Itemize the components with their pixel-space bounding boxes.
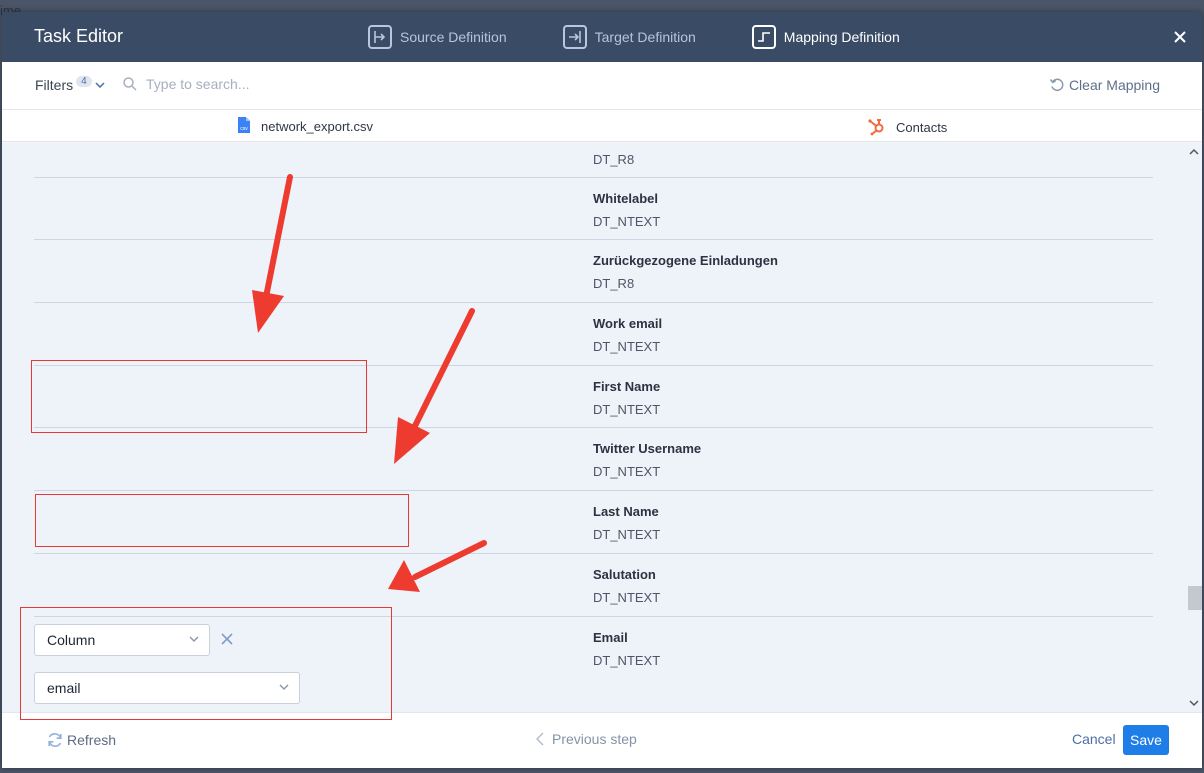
refresh-button[interactable]: Refresh bbox=[46, 731, 116, 749]
target-field-name: Twitter Username bbox=[593, 441, 702, 456]
target-field-name: First Name bbox=[593, 379, 661, 394]
chevron-left-icon bbox=[536, 732, 544, 746]
target-field-type: DT_R8 bbox=[593, 276, 635, 291]
step-source-definition[interactable]: Source Definition bbox=[368, 24, 507, 50]
hubspot-icon bbox=[866, 116, 886, 139]
previous-step-button[interactable]: Previous step bbox=[536, 731, 637, 747]
filters-dropdown[interactable]: Filters 4 bbox=[35, 75, 105, 93]
source-definition-icon bbox=[368, 25, 392, 49]
vertical-scrollbar[interactable] bbox=[1186, 143, 1202, 712]
step-label: Target Definition bbox=[594, 29, 696, 45]
annotation-rectangle bbox=[35, 494, 409, 547]
undo-icon bbox=[1049, 78, 1064, 92]
clear-mapping-button[interactable]: Clear Mapping bbox=[1049, 77, 1160, 93]
annotation-rectangle bbox=[31, 360, 367, 433]
previous-step-label: Previous step bbox=[552, 731, 637, 747]
refresh-label: Refresh bbox=[67, 732, 117, 748]
scrollbar-thumb[interactable] bbox=[1188, 586, 1202, 610]
scroll-down-icon[interactable] bbox=[1189, 698, 1199, 708]
dialog-header: Task Editor Source Definition Target Def… bbox=[2, 12, 1202, 62]
mapping-row[interactable]: Work email DT_NTEXT bbox=[34, 302, 1153, 364]
clear-mapping-label: Clear Mapping bbox=[1068, 77, 1160, 93]
target-field-type: DT_NTEXT bbox=[593, 653, 661, 668]
row-type: DT_R8 bbox=[593, 152, 635, 167]
mapping-row[interactable]: Salutation DT_NTEXT bbox=[34, 553, 1153, 615]
mapping-row[interactable]: Whitelabel DT_NTEXT bbox=[34, 177, 1153, 239]
dialog-footer: Refresh Previous step Cancel Save bbox=[2, 712, 1202, 768]
column-headers: csv network_export.csv Contacts bbox=[2, 110, 1202, 142]
target-object-name: Contacts bbox=[896, 120, 948, 135]
target-column-header: Contacts bbox=[866, 116, 947, 139]
filters-label: Filters bbox=[35, 77, 74, 93]
save-button[interactable]: Save bbox=[1123, 725, 1169, 755]
search-input[interactable] bbox=[146, 76, 446, 92]
mapping-row[interactable]: Twitter Username DT_NTEXT bbox=[34, 427, 1153, 489]
mapping-row[interactable]: Zurückgezogene Einladungen DT_R8 bbox=[34, 239, 1153, 301]
dialog-title: Task Editor bbox=[34, 26, 124, 46]
scroll-up-icon[interactable] bbox=[1189, 147, 1199, 157]
refresh-icon bbox=[48, 733, 62, 747]
source-column-header: csv network_export.csv bbox=[237, 116, 373, 137]
target-field-name: Last Name bbox=[593, 504, 659, 519]
target-field-type: DT_NTEXT bbox=[593, 527, 661, 542]
target-field-type: DT_NTEXT bbox=[593, 214, 661, 229]
target-field-type: DT_NTEXT bbox=[593, 464, 661, 479]
step-target-definition[interactable]: Target Definition bbox=[562, 24, 696, 50]
cancel-button[interactable]: Cancel bbox=[1072, 731, 1116, 747]
target-field-name: Work email bbox=[593, 316, 663, 331]
search-icon bbox=[123, 77, 137, 91]
mapping-definition-icon bbox=[751, 25, 776, 49]
target-field-type: DT_NTEXT bbox=[593, 402, 661, 417]
svg-text:csv: csv bbox=[240, 126, 248, 132]
csv-file-icon: csv bbox=[237, 116, 251, 137]
target-field-name: Email bbox=[593, 630, 628, 645]
wizard-steps: Source Definition Target Definition Mapp… bbox=[368, 24, 956, 50]
source-file-name: network_export.csv bbox=[261, 119, 373, 134]
target-field-name: Salutation bbox=[593, 567, 656, 582]
step-label: Source Definition bbox=[400, 29, 507, 45]
chevron-down-icon bbox=[95, 82, 105, 88]
target-definition-icon bbox=[562, 25, 587, 49]
step-mapping-definition[interactable]: Mapping Definition bbox=[751, 24, 900, 50]
search-box bbox=[122, 76, 446, 92]
mapping-toolbar: Filters 4 Clear Mapping bbox=[2, 62, 1202, 110]
close-icon[interactable] bbox=[1170, 27, 1190, 47]
filters-count-badge: 4 bbox=[76, 75, 92, 87]
target-field-name: Zurückgezogene Einladungen bbox=[593, 253, 778, 268]
target-field-type: DT_NTEXT bbox=[593, 339, 661, 354]
annotation-rectangle bbox=[20, 607, 392, 720]
step-label: Mapping Definition bbox=[783, 29, 900, 45]
target-field-name: Whitelabel bbox=[593, 191, 659, 206]
target-field-type: DT_NTEXT bbox=[593, 590, 661, 605]
